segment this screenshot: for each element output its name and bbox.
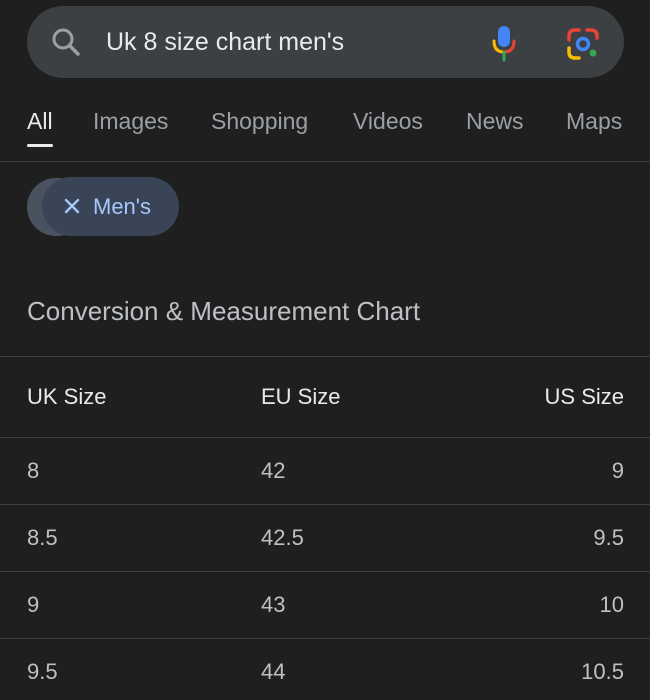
eu-size-cell: 42 bbox=[261, 458, 286, 483]
tabs-divider bbox=[0, 161, 650, 162]
uk-size-cell: 9 bbox=[27, 592, 40, 617]
tab-shopping[interactable]: Shopping bbox=[211, 108, 308, 135]
section-title: Conversion & Measurement Chart bbox=[27, 296, 421, 326]
close-icon[interactable] bbox=[62, 196, 82, 216]
table-row: 8 42 9 bbox=[0, 437, 650, 504]
search-input[interactable]: Uk 8 size chart men's bbox=[106, 6, 344, 78]
table-row: 9 43 10 bbox=[0, 571, 650, 638]
tab-news[interactable]: News bbox=[466, 108, 524, 135]
search-tabs: All Images Shopping Videos News Maps bbox=[0, 100, 650, 162]
tab-images[interactable]: Images bbox=[93, 108, 168, 135]
table-row: 9.5 44 10.5 bbox=[0, 638, 650, 700]
uk-size-cell: 8.5 bbox=[27, 525, 58, 550]
header-uk-size: UK Size bbox=[27, 384, 107, 409]
uk-size-cell: 8 bbox=[27, 458, 40, 483]
size-conversion-table: UK Size EU Size US Size 8 42 9 8.5 42.5 … bbox=[0, 356, 650, 700]
uk-size-cell: 9.5 bbox=[27, 659, 58, 684]
us-size-cell: 10.5 bbox=[581, 659, 624, 684]
tab-maps[interactable]: Maps bbox=[566, 108, 622, 135]
search-bar[interactable]: Uk 8 size chart men's bbox=[27, 6, 624, 78]
active-tab-indicator bbox=[27, 144, 53, 147]
header-us-size: US Size bbox=[544, 384, 624, 409]
chip-label: Men's bbox=[93, 194, 151, 219]
table-row: 8.5 42.5 9.5 bbox=[0, 504, 650, 571]
tab-videos[interactable]: Videos bbox=[353, 108, 423, 135]
microphone-icon[interactable] bbox=[490, 24, 518, 62]
eu-size-cell: 43 bbox=[261, 592, 286, 617]
eu-size-cell: 42.5 bbox=[261, 525, 304, 550]
us-size-cell: 10 bbox=[599, 592, 624, 617]
tab-all[interactable]: All bbox=[27, 108, 53, 135]
us-size-cell: 9 bbox=[611, 458, 624, 483]
search-results-page: Uk 8 size chart men's All Images Shoppin… bbox=[0, 0, 650, 700]
search-icon[interactable] bbox=[51, 27, 81, 57]
google-lens-icon[interactable] bbox=[566, 27, 600, 61]
us-size-cell: 9.5 bbox=[593, 525, 624, 550]
mens-filter-chip[interactable]: Men's bbox=[42, 177, 179, 236]
eu-size-cell: 44 bbox=[261, 659, 286, 684]
table-header-row: UK Size EU Size US Size bbox=[0, 356, 650, 437]
header-eu-size: EU Size bbox=[261, 384, 341, 409]
